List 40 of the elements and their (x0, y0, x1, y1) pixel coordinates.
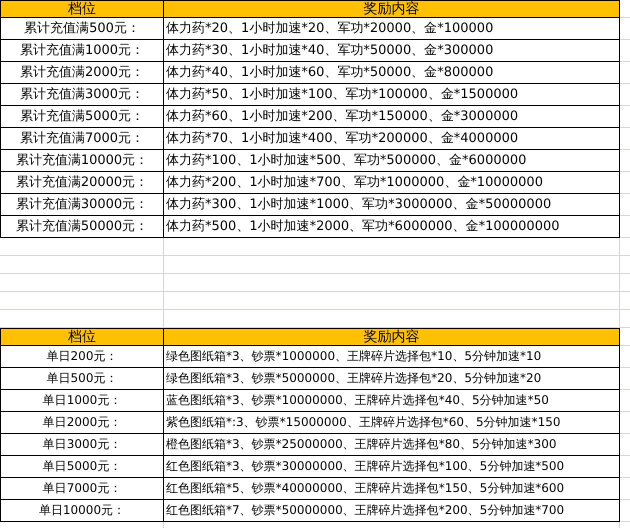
table-cell: 体力药*300、1小时加速*1000、军功*3000000、金*50000000 (164, 194, 620, 216)
table-cell: 单日5000元： (0, 456, 164, 478)
table-cell: 体力药*70、1小时加速*400、军功*200000、金*4000000 (164, 128, 620, 150)
table-cell: 累计充值满10000元： (0, 150, 164, 172)
table-cell: 单日3000元： (0, 434, 164, 456)
table-cell: 体力药*50、1小时加速*100、军功*100000、金*1500000 (164, 84, 620, 106)
table-cell: 单日200元： (0, 346, 164, 368)
table-cell: 红色图纸箱*7、钞票*50000000、王牌碎片选择包*200、5分钟加速*700 (164, 500, 620, 522)
table-cell: 体力药*60、1小时加速*200、军功*150000、金*3000000 (164, 106, 620, 128)
column-header: 档位 (0, 328, 164, 346)
table-cell: 单日7000元： (0, 478, 164, 500)
table-cell: 体力药*20、1小时加速*20、军功*20000、金*100000 (164, 18, 620, 40)
table-cell: 红色图纸箱*5、钞票*40000000、王牌碎片选择包*150、5分钟加速*600 (164, 478, 620, 500)
table-cell: 单日10000元： (0, 500, 164, 522)
table-cell: 红色图纸箱*3、钞票*30000000、王牌碎片选择包*100、5分钟加速*500 (164, 456, 620, 478)
table-cell: 体力药*40、1小时加速*60、军功*50000、金*800000 (164, 62, 620, 84)
table-cell: 绿色图纸箱*3、钞票*1000000、王牌碎片选择包*10、5分钟加速*10 (164, 346, 620, 368)
column-header: 奖励内容 (164, 328, 620, 346)
table-cell: 体力药*100、1小时加速*500、军功*500000、金*6000000 (164, 150, 620, 172)
table-cell: 单日1000元： (0, 390, 164, 412)
table-cell: 累计充值满5000元： (0, 106, 164, 128)
column-header: 档位 (0, 0, 164, 18)
table-cell: 绿色图纸箱*3、钞票*5000000、王牌碎片选择包*20、5分钟加速*20 (164, 368, 620, 390)
table-cell: 累计充值满50000元： (0, 216, 164, 238)
table-cell: 累计充值满1000元： (0, 40, 164, 62)
table-cell: 累计充值满20000元： (0, 172, 164, 194)
table-cell: 体力药*30、1小时加速*40、军功*50000、金*300000 (164, 40, 620, 62)
table-cell: 单日500元： (0, 368, 164, 390)
table-cell: 累计充值满2000元： (0, 62, 164, 84)
table-cell: 蓝色图纸箱*3、钞票*10000000、王牌碎片选择包*40、5分钟加速*50 (164, 390, 620, 412)
table-cell: 单日2000元： (0, 412, 164, 434)
table-cell: 紫色图纸箱*:3、钞票*15000000、王牌碎片选择包*60、5分钟加速*150 (164, 412, 620, 434)
table-cell: 累计充值满500元： (0, 18, 164, 40)
table-cell: 橙色图纸箱*3、钞票*25000000、王牌碎片选择包*80、5分钟加速*300 (164, 434, 620, 456)
table-cell: 体力药*500、1小时加速*2000、军功*6000000、金*100000000 (164, 216, 620, 238)
table-cell: 累计充值满3000元： (0, 84, 164, 106)
table-cell: 累计充值满7000元： (0, 128, 164, 150)
table-cell: 体力药*200、1小时加速*700、军功*1000000、金*10000000 (164, 172, 620, 194)
column-header: 奖励内容 (164, 0, 620, 18)
table-cell: 累计充值满30000元： (0, 194, 164, 216)
